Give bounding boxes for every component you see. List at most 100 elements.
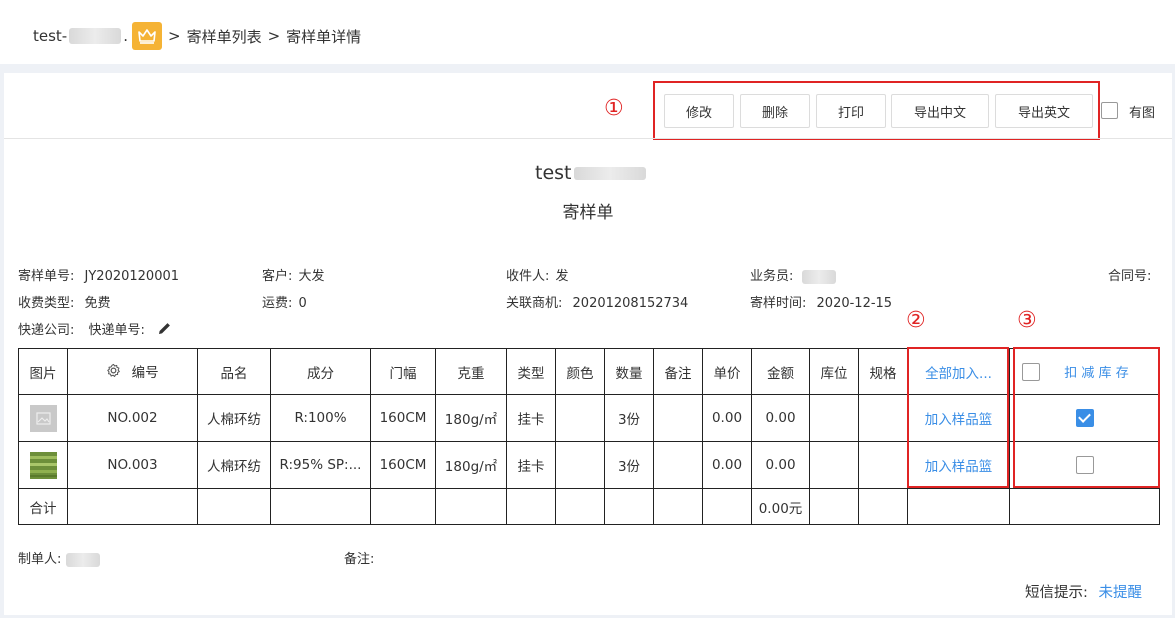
col-header-location: 库位 xyxy=(809,348,859,395)
breadcrumb-company-prefix: test- xyxy=(33,27,68,45)
tracking-label: 快递单号: xyxy=(88,323,145,338)
contract-label: 合同号: xyxy=(1108,269,1152,284)
crown-icon[interactable] xyxy=(132,22,162,50)
row-quantity: 3份 xyxy=(604,441,654,489)
breadcrumb-company-suffix: . xyxy=(123,27,128,45)
col-header-quantity: 数量 xyxy=(604,348,654,395)
company-name: test xyxy=(535,162,572,184)
company-title: test xyxy=(535,162,646,184)
row-amount: 0.00 xyxy=(751,441,810,489)
total-empty-cell xyxy=(270,488,371,525)
with-image-checkbox[interactable] xyxy=(1101,102,1118,119)
total-empty-cell xyxy=(809,488,859,525)
total-empty-cell xyxy=(555,488,605,525)
salesman-field: 业务员: xyxy=(750,265,836,284)
row-image-cell xyxy=(18,394,68,442)
export-english-button[interactable]: 导出英文 xyxy=(995,94,1093,128)
col-header-number[interactable]: 编号 xyxy=(67,348,198,395)
sample-no-label: 寄样单号: xyxy=(18,269,75,284)
total-empty-cell xyxy=(907,488,1010,525)
row-location xyxy=(809,394,859,442)
row-name: 人棉环纺 xyxy=(197,441,271,489)
opportunity-field: 关联商机: 20201208152734 xyxy=(506,292,688,311)
customer-field: 客户: 大发 xyxy=(262,265,325,284)
row-color xyxy=(555,441,605,489)
document-title: 寄样单 xyxy=(562,203,614,223)
sms-label: 短信提示: xyxy=(1025,585,1088,601)
delete-button[interactable]: 删除 xyxy=(740,94,810,128)
row-location xyxy=(809,441,859,489)
annotation-number-3: ③ xyxy=(1017,308,1037,333)
total-empty-cell xyxy=(858,488,908,525)
toolbar-divider xyxy=(4,138,1172,139)
with-image-label: 有图 xyxy=(1129,106,1156,121)
top-bar: test- . > 寄样单列表 > 寄样单详情 xyxy=(0,0,1175,64)
annotation-number-2: ② xyxy=(906,308,926,333)
send-time-value: 2020-12-15 xyxy=(816,296,893,311)
fee-type-value: 免费 xyxy=(84,296,111,311)
annotation-box-add-basket xyxy=(907,347,1009,488)
courier-field: 快递公司: 快递单号: xyxy=(18,319,172,340)
remark-field: 备注: xyxy=(344,548,374,567)
detail-card: ① 修改 删除 打印 导出中文 导出英文 有图 test 寄样单 寄样单号: J… xyxy=(4,73,1172,615)
row-number: NO.002 xyxy=(67,394,198,442)
row-amount: 0.00 xyxy=(751,394,810,442)
total-empty-cell xyxy=(653,488,703,525)
breadcrumb-list-link[interactable]: 寄样单列表 xyxy=(187,26,262,47)
sample-no-field: 寄样单号: JY2020120001 xyxy=(18,265,179,284)
row-image-cell xyxy=(18,441,68,489)
salesman-label: 业务员: xyxy=(750,269,794,284)
receiver-value: 发 xyxy=(555,269,569,284)
receiver-field: 收件人: 发 xyxy=(506,265,569,284)
edit-button[interactable]: 修改 xyxy=(664,94,734,128)
row-name: 人棉环纺 xyxy=(197,394,271,442)
breadcrumb: test- . > 寄样单列表 > 寄样单详情 xyxy=(33,22,361,50)
fabric-thumbnail[interactable] xyxy=(29,451,57,479)
row-width: 160CM xyxy=(370,394,436,442)
redacted-company-name xyxy=(69,28,122,44)
table-total-row: 合计 0.00元 xyxy=(18,488,1160,525)
settings-gear-icon[interactable] xyxy=(106,363,121,382)
edit-pencil-icon[interactable] xyxy=(157,321,172,340)
row-remark xyxy=(653,394,703,442)
row-quantity: 3份 xyxy=(604,394,654,442)
image-placeholder-icon[interactable] xyxy=(29,404,57,432)
row-spec xyxy=(858,394,908,442)
opportunity-label: 关联商机: xyxy=(506,296,563,311)
maker-field: 制单人: xyxy=(18,548,100,567)
annotation-box-deduct-stock xyxy=(1013,347,1160,488)
total-empty-cell xyxy=(197,488,271,525)
courier-label: 快递公司: xyxy=(18,323,75,338)
total-empty-cell xyxy=(1009,488,1160,525)
col-header-width: 门幅 xyxy=(370,348,436,395)
total-label: 合计 xyxy=(18,488,68,525)
sms-field: 短信提示: 未提醒 xyxy=(1025,581,1142,602)
row-spec xyxy=(858,441,908,489)
freight-value: 0 xyxy=(298,296,307,311)
total-empty-cell xyxy=(370,488,436,525)
remark-label: 备注: xyxy=(344,552,375,567)
col-header-remark: 备注 xyxy=(653,348,703,395)
row-type: 挂卡 xyxy=(506,394,556,442)
row-composition: R:95% SP:... xyxy=(270,441,371,489)
fee-type-field: 收费类型: 免费 xyxy=(18,292,111,311)
col-header-weight: 克重 xyxy=(435,348,507,395)
total-empty-cell xyxy=(604,488,654,525)
total-amount: 0.00元 xyxy=(751,488,810,525)
opportunity-value: 20201208152734 xyxy=(572,296,689,311)
export-chinese-button[interactable]: 导出中文 xyxy=(891,94,989,128)
print-button[interactable]: 打印 xyxy=(816,94,886,128)
redacted-salesman xyxy=(801,269,836,284)
total-empty-cell xyxy=(506,488,556,525)
row-type: 挂卡 xyxy=(506,441,556,489)
sample-no-value: JY2020120001 xyxy=(84,269,180,284)
row-composition: R:100% xyxy=(270,394,371,442)
freight-field: 运费: 0 xyxy=(262,292,307,311)
col-header-spec: 规格 xyxy=(858,348,908,395)
receiver-label: 收件人: xyxy=(506,269,550,284)
total-empty-cell xyxy=(435,488,507,525)
sms-status[interactable]: 未提醒 xyxy=(1099,585,1143,601)
row-number: NO.003 xyxy=(67,441,198,489)
freight-label: 运费: xyxy=(262,296,293,311)
row-color xyxy=(555,394,605,442)
